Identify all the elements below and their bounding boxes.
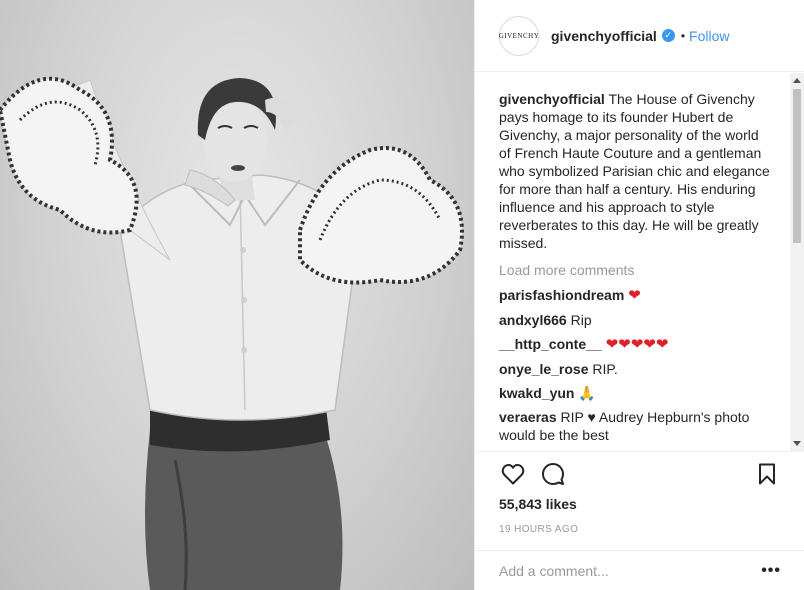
heart-emoji-icon: ❤ — [628, 287, 641, 304]
follow-button[interactable]: Follow — [689, 28, 729, 44]
scrollbar-thumb[interactable] — [793, 89, 801, 243]
hearts-emoji-icon: ❤❤❤❤❤ — [605, 336, 669, 353]
post-photo[interactable] — [0, 0, 474, 590]
comment-username[interactable]: kwakd_yun — [499, 385, 574, 401]
comment-button[interactable] — [539, 460, 567, 488]
comment-item: parisfashiondream ❤ — [499, 286, 781, 305]
comment-username[interactable]: parisfashiondream — [499, 287, 624, 303]
comment-item: onye_le_rose RIP. — [499, 360, 781, 378]
comment-item: andxyl666 Rip — [499, 311, 781, 329]
instagram-post: GIVENCHY givenchyofficial ✓ • Follow giv… — [0, 0, 804, 590]
caption-username[interactable]: givenchyofficial — [499, 91, 605, 107]
comment-input[interactable] — [499, 562, 762, 579]
comment-item: veraeras RIP ♥ Audrey Hepburn's photo wo… — [499, 408, 781, 444]
verified-badge-icon: ✓ — [661, 29, 675, 42]
comment-username[interactable]: onye_le_rose — [499, 361, 589, 377]
praying-hands-emoji-icon: 🙏 — [578, 385, 596, 401]
comment-text: RIP. — [592, 361, 618, 377]
comments-list: givenchyofficial The House of Givenchy p… — [475, 73, 804, 451]
avatar[interactable]: GIVENCHY — [499, 15, 539, 56]
separator-dot: • — [680, 28, 686, 43]
comment-username[interactable]: veraeras — [499, 409, 557, 425]
comment-item: __http_conte__ ❤❤❤❤❤ — [499, 335, 781, 354]
comment-item: kwakd_yun 🙏 — [499, 384, 781, 402]
load-more-comments-button[interactable]: Load more comments — [499, 262, 781, 278]
add-comment-bar: ••• — [475, 550, 804, 590]
scroll-down-icon[interactable] — [793, 441, 801, 446]
post-sidebar: GIVENCHY givenchyofficial ✓ • Follow giv… — [474, 0, 804, 590]
scroll-up-icon[interactable] — [793, 78, 801, 83]
header-username[interactable]: givenchyofficial — [551, 28, 657, 44]
heart-icon — [501, 463, 525, 485]
comment-username[interactable]: andxyl666 — [499, 312, 567, 328]
comment-username[interactable]: __http_conte__ — [499, 336, 602, 352]
more-options-icon[interactable]: ••• — [761, 562, 781, 580]
post-header: GIVENCHY givenchyofficial ✓ • Follow — [475, 0, 804, 72]
post-timestamp[interactable]: 19 HOURS AGO — [499, 524, 781, 535]
caption-text: The House of Givenchy pays homage to its… — [499, 91, 770, 251]
action-icons — [499, 452, 781, 496]
save-button[interactable] — [753, 460, 781, 488]
like-button[interactable] — [499, 460, 527, 488]
bookmark-icon — [759, 463, 775, 485]
comment-text: Rip — [570, 312, 592, 328]
likes-count[interactable]: 55,843 likes — [499, 496, 781, 512]
post-caption: givenchyofficial The House of Givenchy p… — [499, 90, 773, 252]
comment-icon — [542, 463, 564, 485]
post-actions: 55,843 likes 19 HOURS AGO — [475, 451, 804, 541]
comments-scrollbar[interactable] — [790, 73, 804, 451]
photo-illustration — [0, 76, 464, 590]
